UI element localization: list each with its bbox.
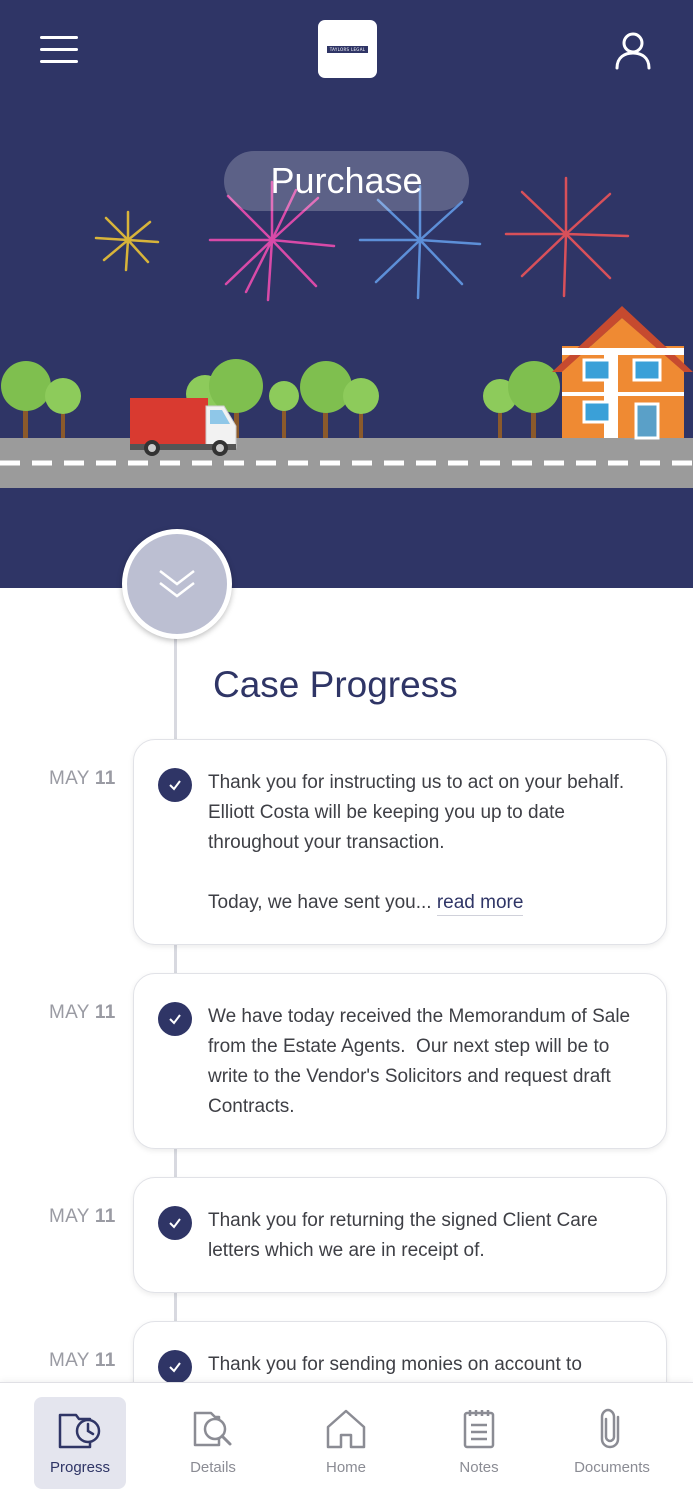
read-more-link[interactable]: read more: [436, 892, 524, 916]
entry-date: MAY 11: [49, 768, 116, 790]
profile-icon[interactable]: [612, 30, 654, 72]
entry-date: MAY 11: [49, 1002, 116, 1024]
entry-month: MAY: [49, 1002, 90, 1023]
section-title: Case Progress: [213, 664, 458, 705]
firework-red: [504, 176, 630, 298]
hero-banner: TAYLORS LEGAL Purchase: [0, 0, 693, 588]
entry-month: MAY: [49, 1350, 90, 1371]
entry-day: 11: [94, 1350, 116, 1371]
app-screen: TAYLORS LEGAL Purchase Case Progress MAY…: [0, 0, 693, 1500]
firework-yellow: [94, 210, 160, 272]
nav-label: Progress: [49, 1459, 111, 1476]
entry-month: MAY: [49, 768, 90, 789]
check-icon: [158, 1350, 192, 1384]
moving-truck: [130, 398, 237, 456]
stage-label: Purchase: [224, 151, 469, 211]
check-icon: [158, 1206, 192, 1240]
entry-day: 11: [94, 768, 116, 789]
trees: [1, 359, 560, 438]
details-search-icon: [193, 1411, 232, 1447]
entry-day: 11: [94, 1206, 116, 1227]
home-icon: [326, 1409, 366, 1449]
nav-label: Home: [325, 1459, 366, 1476]
collapse-chevron-button[interactable]: [122, 529, 232, 639]
logo-text: TAYLORS LEGAL: [326, 45, 369, 53]
chevron-down-icon: [159, 570, 195, 598]
entry-day: 11: [94, 1002, 116, 1023]
notes-icon: [463, 1410, 495, 1449]
nav-home[interactable]: Home: [300, 1397, 392, 1489]
progress-card: Thank you for instructing us to act on y…: [133, 739, 667, 945]
paperclip-icon: [600, 1408, 620, 1449]
entry-text-body: Thank you for instructing us to act on y…: [208, 772, 625, 913]
nav-label: Details: [190, 1459, 236, 1476]
entry-text: We have today received the Memorandum of…: [208, 1006, 636, 1117]
entry-date: MAY 11: [49, 1350, 116, 1372]
entry-date: MAY 11: [49, 1206, 116, 1228]
firm-logo: TAYLORS LEGAL: [318, 20, 377, 78]
progress-card: Thank you for returning the signed Clien…: [133, 1177, 667, 1293]
nav-notes[interactable]: Notes: [433, 1397, 525, 1489]
nav-progress[interactable]: Progress: [34, 1397, 126, 1489]
nav-details[interactable]: Details: [167, 1397, 259, 1489]
bottom-navigation: Progress Details Home Notes Documents: [0, 1382, 693, 1500]
check-icon: [158, 1002, 192, 1036]
nav-documents[interactable]: Documents: [566, 1397, 658, 1489]
entry-text: Thank you for returning the signed Clien…: [208, 1210, 603, 1261]
hamburger-menu-icon[interactable]: [40, 36, 80, 64]
entry-month: MAY: [49, 1206, 90, 1227]
entry-text: Thank you for sending monies on account …: [208, 1354, 582, 1375]
progress-card: We have today received the Memorandum of…: [133, 973, 667, 1149]
house: [552, 306, 693, 440]
nav-label: Notes: [459, 1459, 499, 1476]
moving-scene-illustration: [0, 176, 693, 488]
check-icon: [158, 768, 192, 802]
entry-text: Thank you for instructing us to act on y…: [208, 768, 642, 918]
progress-clock-icon: [58, 1413, 101, 1449]
nav-label: Documents: [574, 1459, 650, 1476]
